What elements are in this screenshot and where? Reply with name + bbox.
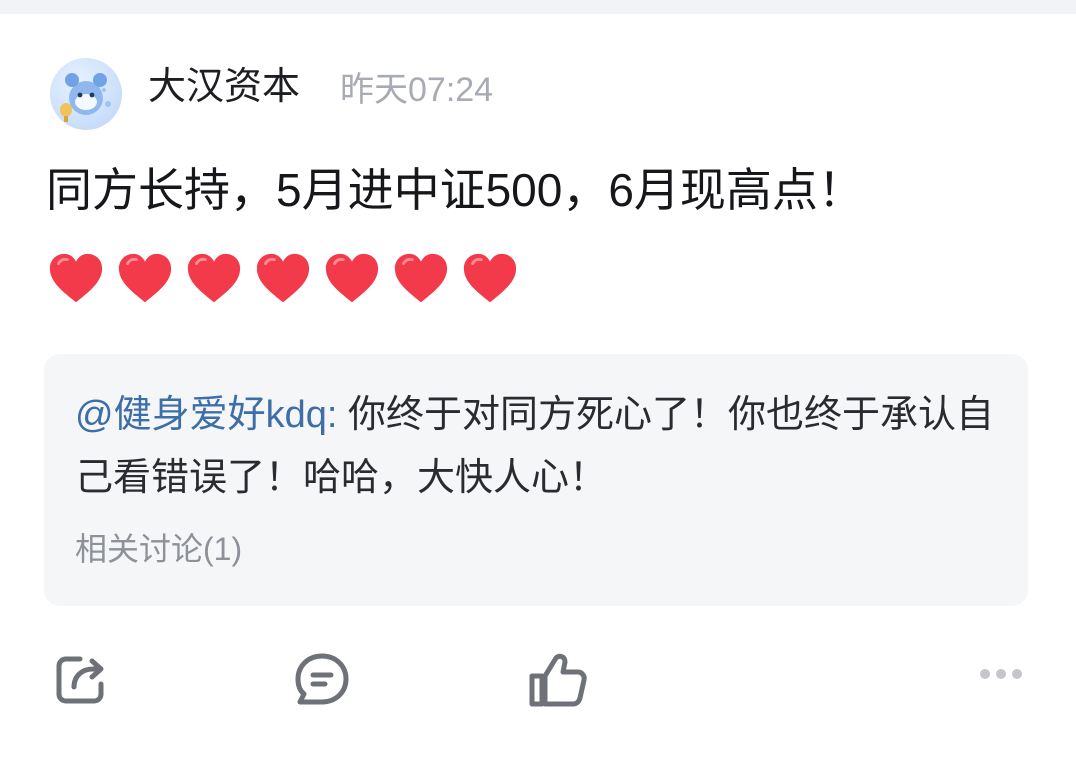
heart-icon xyxy=(185,250,243,308)
author-name[interactable]: 大汉资本 xyxy=(148,64,300,110)
more-button[interactable] xyxy=(976,660,1026,688)
like-icon xyxy=(529,653,587,707)
like-button[interactable] xyxy=(528,650,588,710)
heart-icon xyxy=(392,250,450,308)
quoted-comment[interactable]: @健身爱好kdq: 你终于对同方死心了！你也终于承认自己看错误了！哈哈，大快人心… xyxy=(44,354,1028,606)
share-button[interactable] xyxy=(52,650,112,710)
heart-icon xyxy=(47,250,105,308)
quoted-comment-text: @健身爱好kdq: 你终于对同方死心了！你也终于承认自己看错误了！哈哈，大快人心… xyxy=(75,384,1005,510)
mention-link[interactable]: @健身爱好kdq: xyxy=(75,394,337,436)
comment-button[interactable] xyxy=(292,650,352,710)
related-discussion-link[interactable]: 相关讨论(1) xyxy=(75,528,242,570)
top-divider xyxy=(0,0,1076,14)
avatar[interactable] xyxy=(50,58,122,130)
heart-icon xyxy=(116,250,174,308)
heart-emoji-row xyxy=(47,250,530,308)
share-icon xyxy=(56,656,104,704)
heart-icon xyxy=(461,250,519,308)
comment-icon xyxy=(295,653,349,705)
heart-icon xyxy=(323,250,381,308)
post-time: 昨天07:24 xyxy=(340,71,494,109)
more-icon xyxy=(980,669,1022,679)
post-content: 同方长持，5月进中证500，6月现高点！ xyxy=(46,164,864,216)
heart-icon xyxy=(254,250,312,308)
